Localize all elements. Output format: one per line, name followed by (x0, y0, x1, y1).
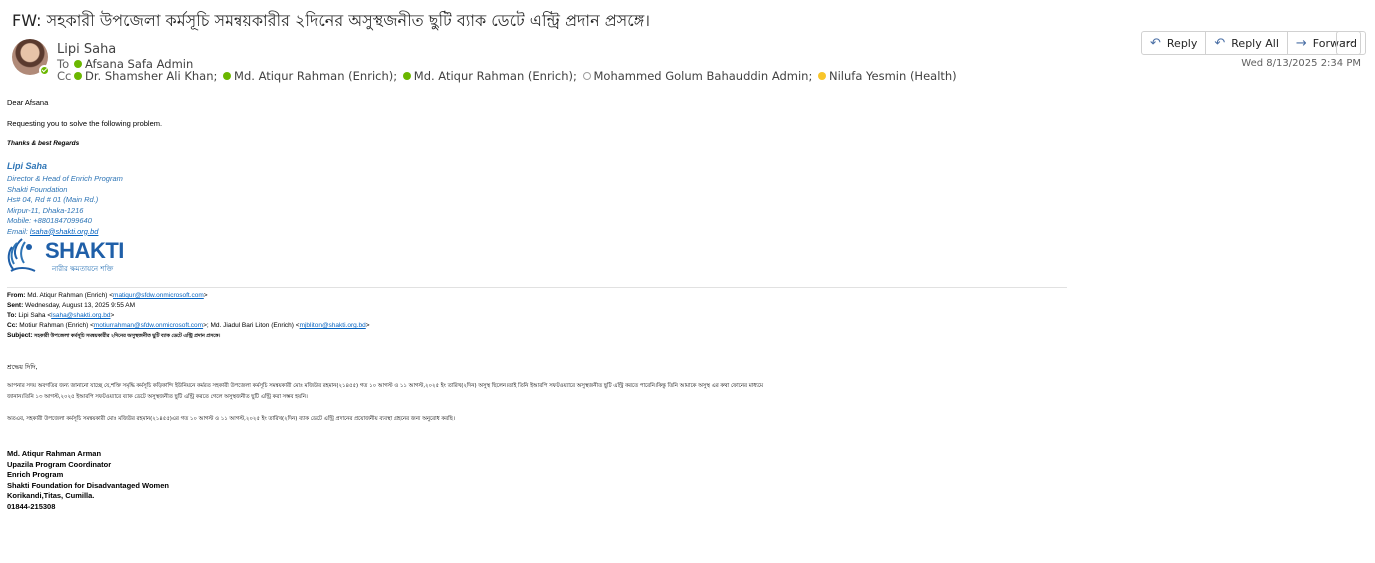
presence-available-icon (39, 65, 50, 76)
message-actions: ↶ Reply ↶ Reply All → Forward (1141, 31, 1367, 55)
reply-button[interactable]: ↶ Reply (1142, 32, 1207, 54)
cc-email-link-1[interactable]: motiurrahman@sfdw.onmicrosoft.com (94, 322, 203, 329)
greeting: Dear Afsana (7, 98, 49, 107)
cc-label: Cc (57, 69, 72, 83)
reply-all-button[interactable]: ↶ Reply All (1206, 32, 1288, 54)
signature-org: Shakti Foundation (7, 184, 68, 194)
reply-icon: ↶ (1150, 35, 1161, 51)
cc-email-link-2[interactable]: mjbliton@shakti.org.bd (300, 322, 366, 329)
forwarded-paragraph-1-line-2: জানান।তিনি ১৩ আগস্ট,২০২৫ ইআরপি সফটওয়্যা… (7, 394, 308, 400)
signature-address-2: Mirpur-11, Dhaka-1216 (7, 205, 84, 215)
forwarded-signature-line: Shakti Foundation for Disadvantaged Wome… (7, 480, 169, 490)
cc-recipient[interactable]: Mohammed Golum Bahauddin Admin; (594, 69, 813, 83)
cc-recipient[interactable]: Md. Atiqur Rahman (Enrich); (414, 69, 577, 83)
presence-available-icon (223, 72, 232, 80)
forwarded-salutation: শ্রদ্ধেয় দিদি, (7, 363, 38, 371)
cc-recipient[interactable]: Nilufa Yesmin (Health) (829, 69, 957, 83)
presence-available-icon (74, 72, 82, 80)
email-subject: FW: সহকারী উপজেলা কর্মসূচি সমন্বয়কারীর … (12, 11, 650, 30)
forwarded-cc: Cc: Motiur Rahman (Enrich) <motiurrahman… (7, 322, 370, 329)
signature-email-link[interactable]: lsaha@shakti.org.bd (30, 227, 99, 236)
reply-all-icon: ↶ (1214, 35, 1226, 51)
presence-available-icon (402, 72, 411, 80)
cc-recipient[interactable]: Dr. Shamsher Ali Khan; (85, 69, 217, 83)
cc-recipient[interactable]: Md. Atiqur Rahman (Enrich); (234, 69, 397, 83)
forward-divider (7, 287, 1067, 288)
cc-row: Cc Dr. Shamsher Ali Khan; Md. Atiqur Rah… (57, 69, 959, 83)
reply-all-label: Reply All (1231, 36, 1279, 50)
signature-name: Lipi Saha (7, 161, 48, 171)
forward-icon: → (1295, 35, 1307, 51)
presence-offline-icon (582, 72, 591, 80)
to-email-link[interactable]: lsaha@shakti.org.bd (51, 312, 110, 319)
thanks-text: Thanks & best Regards (7, 140, 80, 147)
forwarded-from: From: Md. Atiqur Rahman (Enrich) <matiqu… (7, 292, 208, 299)
signature-mobile: Mobile: +8801847099640 (7, 216, 92, 225)
forwarded-sent: Sent: Wednesday, August 13, 2025 9:55 AM (7, 302, 136, 309)
signature-title: Director & Head of Enrich Program (7, 174, 123, 183)
signature-address-1: Hs# 04, Rd # 01 (Main Rd.) (7, 195, 99, 204)
request-text: Requesting you to solve the following pr… (7, 119, 163, 128)
shakti-logo-mark-icon (7, 238, 36, 272)
forwarded-signature-line: Md. Atiqur Rahman Arman (7, 449, 102, 458)
presence-available-icon (74, 60, 82, 68)
forwarded-header: From: Md. Atiqur Rahman (Enrich) <matiqu… (7, 291, 370, 341)
shakti-logo: SHAKTI নারীর ক্ষমতায়নে শক্তি (7, 237, 124, 277)
shakti-logo-tagline: নারীর ক্ষমতায়নে শক্তি (52, 265, 114, 273)
forwarded-paragraph-1-line-1: আপনার সদয় অবগতির জন্য জানানো যাচ্ছে যে,… (7, 383, 763, 389)
forwarded-signature-line: Korikandi,Titas, Cumilla. (7, 491, 95, 501)
shakti-logo-wordmark: SHAKTI (45, 238, 124, 263)
forwarded-subject: Subject: সহকারী উপজেলা কর্মসূচি সমন্বয়ক… (7, 332, 221, 339)
more-actions-button[interactable]: ··· (1336, 31, 1361, 55)
signature-email-row: Email: lsaha@shakti.org.bd (7, 227, 98, 236)
signature-email-label: Email: (7, 226, 30, 236)
sent-date: Wed 8/13/2025 2:34 PM (1241, 58, 1361, 69)
from-email-link[interactable]: matiqur@sfdw.onmicrosoft.com (113, 292, 204, 299)
forwarded-signature: Md. Atiqur Rahman Arman Upazila Program … (7, 449, 169, 513)
forwarded-paragraph-2: অতএব, সহকারী উপজেলা কর্মসূচি সমন্বয়কারী… (7, 416, 455, 422)
forwarded-signature-line: 01844-215308 (7, 501, 56, 511)
forwarded-signature-line: Upazila Program Coordinator (7, 459, 112, 469)
reply-label: Reply (1166, 36, 1198, 50)
forwarded-signature-line: Enrich Program (7, 470, 64, 480)
sender-name[interactable]: Lipi Saha (57, 42, 116, 57)
sender-avatar[interactable] (12, 39, 50, 76)
forwarded-to: To: Lipi Saha <lsaha@shakti.org.bd> (7, 312, 115, 319)
presence-away-icon (818, 72, 826, 80)
